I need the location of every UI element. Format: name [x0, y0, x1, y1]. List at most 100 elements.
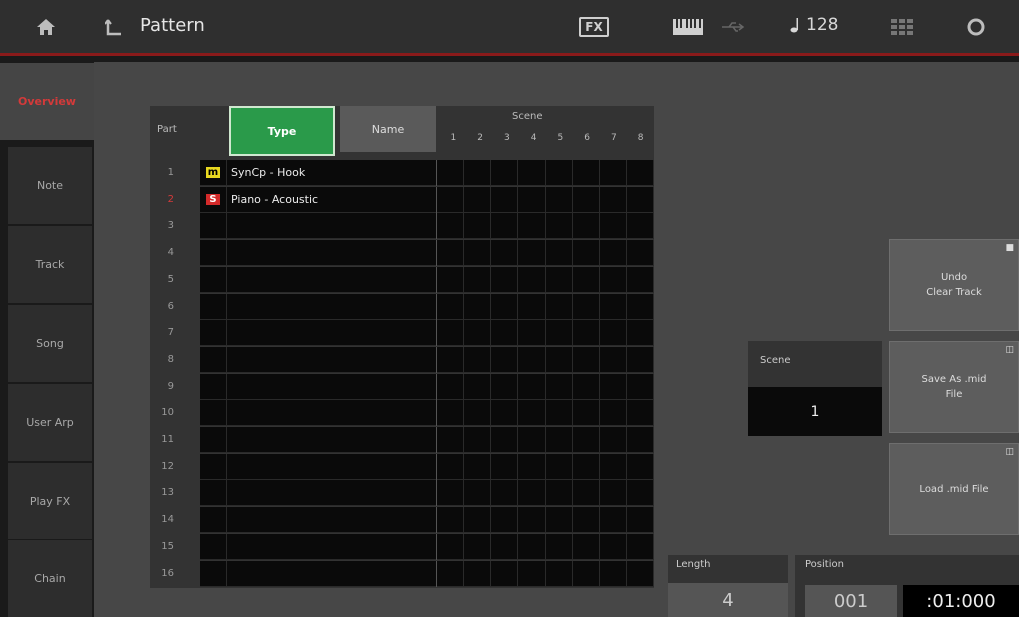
part-name[interactable] — [226, 453, 436, 480]
fx-button[interactable]: FX — [572, 0, 616, 53]
scene-cell[interactable] — [518, 533, 546, 560]
part-name[interactable] — [226, 400, 436, 427]
scene-cell[interactable] — [626, 507, 654, 534]
scene-cell[interactable] — [545, 160, 573, 186]
scene-cell[interactable] — [545, 346, 573, 373]
scene-cell[interactable] — [437, 560, 465, 587]
part-name[interactable] — [226, 320, 436, 347]
scene-cell[interactable] — [626, 533, 654, 560]
scene-cell[interactable] — [491, 213, 519, 240]
scene-cell[interactable] — [545, 560, 573, 587]
scene-cell[interactable] — [491, 480, 519, 507]
scene-cell[interactable] — [572, 240, 600, 267]
scene-cell[interactable] — [572, 400, 600, 427]
scene-cell[interactable] — [464, 453, 492, 480]
scene-cell[interactable] — [464, 480, 492, 507]
scene-cell[interactable] — [626, 373, 654, 400]
table-row[interactable]: 1 m SynCp - Hook — [150, 160, 654, 186]
scene-cell[interactable] — [626, 266, 654, 293]
scene-cell[interactable] — [572, 507, 600, 534]
scene-cell[interactable] — [545, 240, 573, 267]
scene-cell[interactable] — [599, 320, 627, 347]
home-icon[interactable] — [26, 0, 66, 53]
scene-cell[interactable] — [599, 240, 627, 267]
table-row[interactable]: 14 — [150, 507, 654, 534]
scene-cell[interactable] — [599, 453, 627, 480]
scene-cell[interactable] — [464, 293, 492, 320]
scene-cell[interactable] — [626, 560, 654, 587]
part-name[interactable] — [226, 373, 436, 400]
part-name[interactable] — [226, 560, 436, 587]
scene-cell[interactable] — [545, 373, 573, 400]
undo-clear-track-button[interactable]: ■ Undo Clear Track — [889, 239, 1019, 331]
part-name[interactable] — [226, 533, 436, 560]
type-button[interactable]: Type — [229, 106, 335, 156]
scene-cell[interactable] — [626, 293, 654, 320]
scene-cell[interactable] — [464, 213, 492, 240]
keyboard-icon[interactable] — [666, 0, 710, 53]
scene-cell[interactable] — [545, 507, 573, 534]
scene-cell[interactable] — [599, 346, 627, 373]
scene-cell[interactable] — [464, 240, 492, 267]
table-row[interactable]: 13 — [150, 480, 654, 507]
scene-cell[interactable] — [626, 453, 654, 480]
table-row[interactable]: 6 — [150, 293, 654, 320]
scene-cell[interactable] — [518, 240, 546, 267]
scene-cell[interactable] — [437, 186, 465, 213]
scene-cell[interactable] — [464, 160, 492, 186]
scene-cell[interactable] — [518, 480, 546, 507]
scene-cell[interactable] — [437, 507, 465, 534]
scene-cell[interactable] — [572, 186, 600, 213]
scene-cell[interactable] — [572, 266, 600, 293]
part-name[interactable] — [226, 293, 436, 320]
scene-cell[interactable] — [464, 427, 492, 453]
table-row[interactable]: 5 — [150, 266, 654, 293]
scene-cell[interactable] — [464, 560, 492, 587]
scene-cell[interactable] — [518, 453, 546, 480]
part-name[interactable]: SynCp - Hook — [226, 160, 436, 186]
scene-cell[interactable] — [599, 266, 627, 293]
sidebar-item-song[interactable]: Song — [8, 304, 92, 382]
position-time[interactable]: :01:000 — [903, 585, 1019, 617]
scene-cell[interactable] — [599, 213, 627, 240]
scene-selector[interactable]: Scene 1 — [748, 341, 882, 436]
table-row[interactable]: 8 — [150, 346, 654, 373]
scene-cell[interactable] — [626, 213, 654, 240]
scene-cell[interactable] — [437, 400, 465, 427]
scene-cell[interactable] — [437, 427, 465, 453]
scene-cell[interactable] — [572, 480, 600, 507]
scene-cell[interactable] — [572, 533, 600, 560]
scene-cell[interactable] — [518, 160, 546, 186]
table-row[interactable]: 10 — [150, 400, 654, 427]
scene-cell[interactable] — [599, 400, 627, 427]
sidebar-item-overview[interactable]: Overview — [0, 62, 94, 140]
part-name[interactable] — [226, 346, 436, 373]
scene-cell[interactable] — [626, 320, 654, 347]
scene-cell[interactable] — [545, 293, 573, 320]
scene-cell[interactable] — [464, 320, 492, 347]
scene-cell[interactable] — [599, 186, 627, 213]
scene-cell[interactable] — [437, 160, 465, 186]
scene-cell[interactable] — [518, 560, 546, 587]
table-row[interactable]: 9 — [150, 373, 654, 400]
scene-cell[interactable] — [545, 213, 573, 240]
scene-cell[interactable] — [437, 373, 465, 400]
scene-cell[interactable] — [491, 453, 519, 480]
table-row[interactable]: 15 — [150, 533, 654, 560]
scene-cell[interactable] — [491, 240, 519, 267]
scene-cell[interactable] — [491, 293, 519, 320]
scene-cell[interactable] — [491, 427, 519, 453]
part-name[interactable]: Piano - Acoustic — [226, 186, 436, 213]
scene-cell[interactable] — [572, 320, 600, 347]
table-row[interactable]: 16 — [150, 560, 654, 587]
scene-cell[interactable] — [545, 266, 573, 293]
scene-cell[interactable] — [518, 266, 546, 293]
scene-cell[interactable] — [464, 400, 492, 427]
scene-cell[interactable] — [626, 186, 654, 213]
scene-cell[interactable] — [572, 346, 600, 373]
part-name[interactable] — [226, 507, 436, 534]
scene-cell[interactable] — [599, 560, 627, 587]
scene-cell[interactable] — [599, 533, 627, 560]
part-name[interactable] — [226, 480, 436, 507]
scene-cell[interactable] — [518, 213, 546, 240]
